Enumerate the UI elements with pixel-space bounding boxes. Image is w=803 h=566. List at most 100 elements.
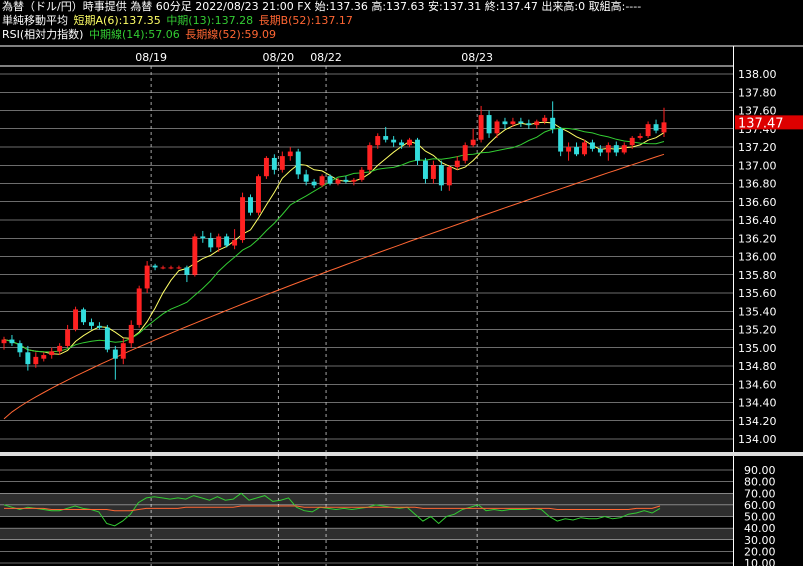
candle-body <box>144 265 150 289</box>
candle-body <box>65 329 71 346</box>
ma-long-line <box>3 153 665 420</box>
candle-body <box>613 145 619 153</box>
candle-body <box>160 267 166 269</box>
candle-body <box>351 179 357 182</box>
last-price-label: 137.47 <box>738 116 784 131</box>
candle-body <box>319 176 325 186</box>
candle-body <box>422 160 428 179</box>
candle-body <box>271 157 277 170</box>
candle-body <box>653 124 659 131</box>
price-tick-label: 137.20 <box>738 141 777 154</box>
price-tick-label: 135.80 <box>738 269 777 282</box>
candle-body <box>621 145 627 153</box>
date-label: 08/23 <box>461 51 493 64</box>
candle-body <box>279 156 285 170</box>
candle-body <box>589 142 595 149</box>
price-chart[interactable]: 08/19 08/20 08/22 08/23 138.00137.80137.601… <box>0 0 803 566</box>
price-tick-label: 137.00 <box>738 159 777 172</box>
candle-body <box>255 176 261 213</box>
candle-body <box>216 236 222 248</box>
candle-body <box>462 145 468 161</box>
date-label: 08/19 <box>135 51 167 64</box>
candle-body <box>41 355 47 359</box>
moving-averages <box>3 121 665 420</box>
price-tick-label: 134.80 <box>738 360 777 373</box>
candle-body <box>542 117 548 122</box>
candle-body <box>287 151 293 157</box>
date-axis: 08/19 08/20 08/22 08/23 <box>135 51 493 566</box>
candle-body <box>486 115 492 134</box>
candle-body <box>192 236 198 275</box>
candle-body <box>327 176 333 184</box>
candle-body <box>120 343 126 359</box>
candle-body <box>399 142 405 146</box>
candle-body <box>502 121 508 125</box>
price-tick-label: 136.00 <box>738 251 777 264</box>
candle-body <box>128 324 134 344</box>
candle-body <box>478 115 484 140</box>
candle-body <box>81 309 86 323</box>
candle-body <box>574 147 579 155</box>
candle-body <box>1 339 7 344</box>
candle-body <box>104 327 110 350</box>
ma-mid-line <box>3 127 665 353</box>
price-tick-label: 135.40 <box>738 305 777 318</box>
candle-body <box>391 139 397 143</box>
price-tick-label: 137.80 <box>738 86 777 99</box>
date-label: 08/20 <box>262 51 294 64</box>
candle-body <box>240 197 246 241</box>
candle-body <box>566 147 572 152</box>
candle-body <box>605 145 611 153</box>
candle-body <box>415 139 420 161</box>
price-tick-label: 134.60 <box>738 378 777 391</box>
price-tick-label: 136.60 <box>738 196 777 209</box>
candle-body <box>176 267 182 269</box>
candle-body <box>367 145 373 170</box>
candle-body <box>597 148 603 153</box>
candle-body <box>430 165 436 179</box>
chart-frame <box>0 45 803 566</box>
candle-body <box>645 124 651 137</box>
price-tick-label: 136.80 <box>738 178 777 191</box>
date-label: 08/22 <box>310 51 342 64</box>
candle-body <box>208 238 214 248</box>
candle-body <box>407 139 413 146</box>
candle-body <box>526 123 532 126</box>
candle-body <box>303 174 309 182</box>
candle-body <box>438 165 444 186</box>
price-tick-label: 134.00 <box>738 433 777 446</box>
candle-body <box>248 197 253 213</box>
price-tick-label: 136.40 <box>738 214 777 227</box>
price-tick-label: 136.20 <box>738 232 777 245</box>
candle-body <box>359 169 365 180</box>
last-price-badge: 137.47 <box>735 115 803 131</box>
rsi-band-lower <box>0 528 733 540</box>
candle-body <box>232 240 238 246</box>
candle-body <box>383 136 389 140</box>
candle-body <box>33 356 39 365</box>
candle-body <box>96 325 102 328</box>
candle-body <box>168 267 174 269</box>
candle-body <box>73 309 79 330</box>
candle-body <box>25 352 31 365</box>
panel-divider <box>0 452 803 456</box>
candle-body <box>343 179 349 182</box>
candle-body <box>375 136 381 146</box>
candle-body <box>200 236 206 239</box>
candle-body <box>446 167 452 186</box>
price-tick-label: 135.20 <box>738 324 777 337</box>
candle-body <box>311 181 317 186</box>
price-tick-label: 134.40 <box>738 397 777 410</box>
candle-body <box>518 121 524 124</box>
candle-body <box>558 128 564 152</box>
candle-body <box>510 121 516 125</box>
candle-body <box>494 121 500 134</box>
candle-body <box>295 151 301 175</box>
candle-body <box>136 288 142 325</box>
candle-body <box>152 265 158 268</box>
candles <box>1 101 667 380</box>
candle-body <box>89 322 94 326</box>
candle-body <box>661 122 667 133</box>
candle-body <box>9 339 15 344</box>
candle-body <box>112 349 118 359</box>
